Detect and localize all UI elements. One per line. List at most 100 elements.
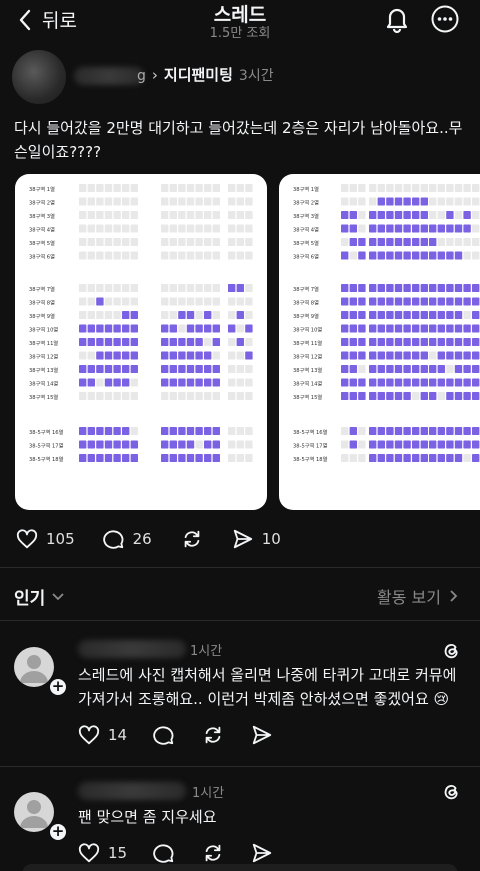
seat-available[interactable] [420, 284, 428, 292]
seat-available[interactable] [403, 284, 411, 292]
seat-taken[interactable] [228, 440, 236, 449]
seat-taken[interactable] [186, 251, 195, 260]
seat-available[interactable] [472, 378, 480, 387]
comment-share-button[interactable] [251, 842, 273, 864]
seat-available[interactable] [386, 440, 394, 449]
seat-taken[interactable] [169, 297, 177, 306]
seat-available[interactable] [454, 440, 463, 449]
seat-available[interactable] [446, 324, 454, 333]
seat-available[interactable] [212, 365, 220, 373]
seat-available[interactable] [358, 351, 366, 360]
follow-plus-icon[interactable]: + [48, 822, 68, 842]
seat-taken[interactable] [186, 224, 195, 233]
seat-available[interactable] [186, 454, 195, 462]
seat-taken[interactable] [178, 392, 186, 400]
comment-button[interactable]: 26 [102, 528, 152, 550]
seat-available[interactable] [429, 251, 437, 260]
seat-taken[interactable] [122, 224, 130, 233]
seat-taken[interactable] [228, 184, 236, 192]
seat-taken[interactable] [195, 197, 203, 206]
seat-available[interactable] [130, 440, 138, 449]
seat-taken[interactable] [113, 251, 121, 260]
seat-available[interactable] [386, 197, 394, 206]
seat-taken[interactable] [204, 392, 212, 400]
seat-available[interactable] [178, 454, 186, 462]
seat-taken[interactable] [228, 378, 236, 387]
seat-available[interactable] [161, 378, 169, 387]
seat-taken[interactable] [104, 251, 113, 260]
seat-taken[interactable] [236, 251, 244, 260]
seat-available[interactable] [446, 454, 454, 462]
seat-taken[interactable] [195, 238, 203, 246]
seat-taken[interactable] [195, 284, 203, 292]
seat-available[interactable] [130, 365, 138, 373]
seat-taken[interactable] [104, 197, 113, 206]
seat-available[interactable] [341, 297, 349, 306]
seat-available[interactable] [79, 378, 87, 387]
seat-taken[interactable] [195, 392, 203, 400]
seat-available[interactable] [161, 365, 169, 373]
seat-available[interactable] [104, 454, 113, 462]
seat-available[interactable] [113, 324, 121, 333]
seat-available[interactable] [472, 392, 480, 400]
seat-available[interactable] [212, 338, 220, 346]
seat-available[interactable] [122, 440, 130, 449]
seat-taken[interactable] [437, 392, 445, 400]
follow-plus-icon[interactable]: + [48, 677, 68, 697]
seat-taken[interactable] [245, 224, 253, 233]
seat-available[interactable] [87, 378, 95, 387]
seat-available[interactable] [178, 351, 186, 360]
seat-taken[interactable] [236, 365, 244, 373]
seat-available[interactable] [130, 311, 138, 319]
seat-available[interactable] [228, 324, 236, 333]
seat-available[interactable] [420, 324, 428, 333]
seat-taken[interactable] [236, 351, 244, 360]
seat-taken[interactable] [178, 224, 186, 233]
seat-taken[interactable] [178, 211, 186, 219]
seat-available[interactable] [437, 378, 445, 387]
seat-taken[interactable] [212, 284, 220, 292]
seat-available[interactable] [403, 211, 411, 219]
comment-reply-button[interactable] [153, 842, 175, 864]
seat-available[interactable] [349, 378, 357, 387]
seat-available[interactable] [429, 238, 437, 246]
seat-available[interactable] [186, 338, 195, 346]
seat-taken[interactable] [195, 211, 203, 219]
seat-available[interactable] [454, 311, 463, 319]
seat-taken[interactable] [87, 197, 95, 206]
seat-taken[interactable] [204, 184, 212, 192]
back-button[interactable]: 뒤로 [18, 6, 77, 33]
seat-taken[interactable] [358, 211, 366, 219]
seat-taken[interactable] [429, 211, 437, 219]
seat-taken[interactable] [113, 211, 121, 219]
seat-available[interactable] [161, 427, 169, 435]
seat-available[interactable] [178, 440, 186, 449]
seat-available[interactable] [104, 365, 113, 373]
seat-available[interactable] [472, 454, 480, 462]
seat-available[interactable] [245, 351, 253, 360]
seat-taken[interactable] [87, 392, 95, 400]
seat-available[interactable] [437, 427, 445, 435]
seat-taken[interactable] [113, 224, 121, 233]
seat-available[interactable] [212, 440, 220, 449]
seat-available[interactable] [403, 378, 411, 387]
seat-available[interactable] [377, 238, 385, 246]
seat-available[interactable] [349, 392, 357, 400]
seat-taken[interactable] [228, 297, 236, 306]
seat-available[interactable] [377, 284, 385, 292]
seat-available[interactable] [386, 338, 394, 346]
seat-available[interactable] [178, 338, 186, 346]
seat-taken[interactable] [79, 392, 87, 400]
seat-available[interactable] [412, 454, 420, 462]
seat-taken[interactable] [178, 284, 186, 292]
seat-available[interactable] [161, 338, 169, 346]
seat-available[interactable] [113, 440, 121, 449]
seat-taken[interactable] [113, 311, 121, 319]
more-button[interactable] [430, 4, 460, 34]
seat-taken[interactable] [358, 365, 366, 373]
seat-taken[interactable] [87, 311, 95, 319]
seat-available[interactable] [96, 454, 104, 462]
seat-available[interactable] [236, 311, 244, 319]
seat-available[interactable] [394, 454, 403, 462]
seat-available[interactable] [429, 224, 437, 233]
